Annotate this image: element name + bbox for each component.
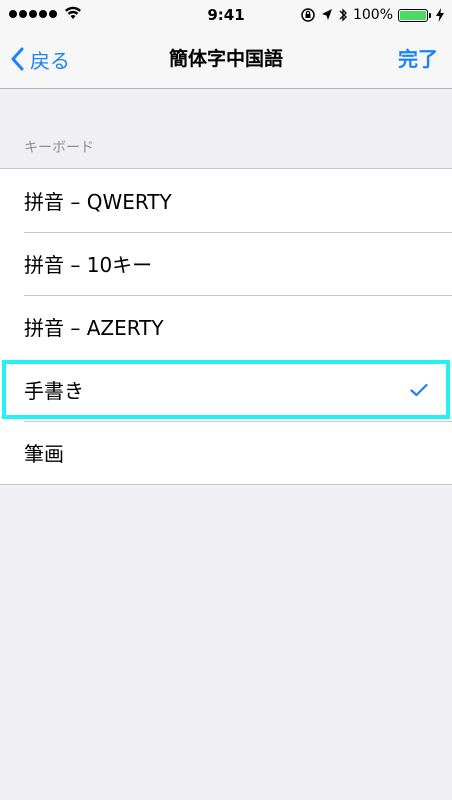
list-item-pinyin-azerty[interactable]: 拼音 – AZERTY [0, 295, 452, 358]
screen: 9:41 100% 戻る 簡体字中国語 完了 キーボード 拼音 – QWERTY… [0, 0, 452, 800]
list-item-pinyin-10key[interactable]: 拼音 – 10キー [0, 232, 452, 295]
empty-background [0, 486, 452, 800]
list-item-label: 手書き [24, 379, 84, 403]
status-right: 100% [300, 6, 444, 24]
list-item-stroke[interactable]: 筆画 [0, 421, 452, 484]
list-item-label: 筆画 [24, 442, 64, 466]
charging-bolt-icon [436, 8, 444, 22]
keyboard-list: 拼音 – QWERTY 拼音 – 10キー 拼音 – AZERTY 手書き 筆画 [0, 168, 452, 485]
list-item-label: 拼音 – AZERTY [24, 316, 164, 340]
checkmark-icon [410, 383, 428, 396]
list-item-label: 拼音 – QWERTY [24, 190, 172, 214]
location-arrow-icon [321, 9, 332, 20]
status-bar: 9:41 100% [0, 0, 452, 30]
orientation-lock-icon [301, 8, 315, 22]
battery-icon [398, 8, 431, 22]
navigation-bar: 戻る 簡体字中国語 完了 [0, 30, 452, 89]
battery-percent: 100% [352, 7, 393, 23]
section-header-keyboard: キーボード [24, 140, 94, 156]
done-button[interactable]: 完了 [398, 30, 438, 88]
list-item-pinyin-qwerty[interactable]: 拼音 – QWERTY [0, 169, 452, 232]
page-title: 簡体字中国語 [168, 48, 283, 70]
bluetooth-icon [339, 8, 347, 22]
list-item-handwriting[interactable]: 手書き [0, 358, 452, 421]
list-item-label: 拼音 – 10キー [24, 253, 153, 277]
